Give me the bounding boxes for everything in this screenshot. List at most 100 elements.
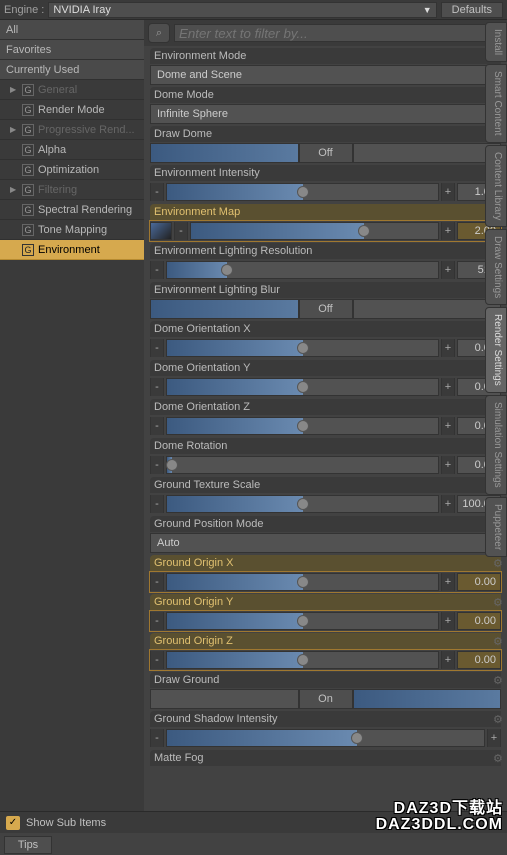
gear-icon[interactable]: ⚙ <box>493 596 505 608</box>
slider-track[interactable] <box>166 378 439 396</box>
slider-thumb[interactable] <box>221 264 233 276</box>
sidebar-item-general[interactable]: ▶GGeneral <box>0 80 144 100</box>
slider-thumb[interactable] <box>358 225 370 237</box>
slider-track[interactable] <box>166 495 439 513</box>
prop-slider[interactable]: - +0.00 <box>150 611 501 631</box>
increment-button[interactable]: + <box>441 378 455 396</box>
slider-thumb[interactable] <box>297 498 309 510</box>
panel-tab-render-settings[interactable]: Render Settings <box>485 307 507 393</box>
sidebar-item-optimization[interactable]: GOptimization <box>0 160 144 180</box>
panel-tab-draw-settings[interactable]: Draw Settings <box>485 229 507 305</box>
increment-button[interactable]: + <box>441 222 455 240</box>
engine-select[interactable]: NVIDIA Iray ▼ <box>48 2 436 18</box>
increment-button[interactable]: + <box>441 456 455 474</box>
slider-track[interactable] <box>166 417 439 435</box>
prop-slider[interactable]: -+0.00 <box>150 377 501 397</box>
slider-thumb[interactable] <box>297 186 309 198</box>
decrement-button[interactable]: - <box>150 495 164 513</box>
decrement-button[interactable]: - <box>150 378 164 396</box>
decrement-button[interactable]: - <box>150 612 164 630</box>
decrement-button[interactable]: - <box>150 651 164 669</box>
slider-value[interactable]: 0.00 <box>457 651 501 669</box>
gear-icon[interactable]: ⚙ <box>493 674 505 686</box>
slider-thumb[interactable] <box>166 459 178 471</box>
search-icon[interactable]: ⌕ <box>148 23 170 43</box>
show-sub-checkbox[interactable]: ✓ <box>6 816 20 830</box>
prop-dropdown[interactable]: Auto▼ <box>150 533 501 553</box>
decrement-button[interactable]: - <box>174 222 188 240</box>
slider-track[interactable] <box>166 339 439 357</box>
sidebar-favorites[interactable]: Favorites <box>0 40 144 60</box>
slider-track[interactable] <box>166 651 439 669</box>
slider-track[interactable] <box>166 573 439 591</box>
sidebar-all[interactable]: All <box>0 20 144 40</box>
sidebar-item-progressive-rend-[interactable]: ▶GProgressive Rend... <box>0 120 144 140</box>
slider-track[interactable] <box>166 729 485 747</box>
prop-dropdown[interactable]: Dome and Scene▼ <box>150 65 501 85</box>
prop-slider[interactable]: -+100.00 <box>150 494 501 514</box>
panel-tab-smart-content[interactable]: Smart Content <box>485 64 507 142</box>
decrement-button[interactable]: - <box>150 729 164 747</box>
gear-icon[interactable]: ⚙ <box>493 635 505 647</box>
slider-thumb[interactable] <box>297 654 309 666</box>
decrement-button[interactable]: - <box>150 456 164 474</box>
sidebar-item-render-mode[interactable]: GRender Mode <box>0 100 144 120</box>
prop-slider[interactable]: -+0.00 <box>150 455 501 475</box>
prop-slider[interactable]: -+ <box>150 728 501 748</box>
slider-thumb[interactable] <box>297 420 309 432</box>
gear-icon[interactable]: ⚙ <box>493 713 505 725</box>
panel-tab-simulation-settings[interactable]: Simulation Settings <box>485 395 507 495</box>
map-thumbnail[interactable] <box>150 222 172 240</box>
decrement-button[interactable]: - <box>150 183 164 201</box>
increment-button[interactable]: + <box>441 417 455 435</box>
sidebar-item-spectral-rendering[interactable]: GSpectral Rendering <box>0 200 144 220</box>
slider-thumb[interactable] <box>297 615 309 627</box>
defaults-button[interactable]: Defaults <box>441 2 503 18</box>
prop-toggle[interactable]: Off <box>150 143 501 163</box>
decrement-button[interactable]: - <box>150 261 164 279</box>
sidebar-item-environment[interactable]: GEnvironment <box>0 240 144 260</box>
increment-button[interactable]: + <box>441 612 455 630</box>
increment-button[interactable]: + <box>441 339 455 357</box>
slider-track[interactable] <box>190 222 439 240</box>
slider-track[interactable] <box>166 612 439 630</box>
prop-slider[interactable]: -+2.00 <box>150 221 501 241</box>
slider-track[interactable] <box>166 183 439 201</box>
sidebar-currently-used[interactable]: Currently Used <box>0 60 144 80</box>
prop-slider[interactable]: -+0.00 <box>150 416 501 436</box>
panel-tab-content-library[interactable]: Content Library <box>485 145 507 227</box>
sidebar-item-filtering[interactable]: ▶GFiltering <box>0 180 144 200</box>
increment-button[interactable]: + <box>487 729 501 747</box>
increment-button[interactable]: + <box>441 573 455 591</box>
tips-tab[interactable]: Tips <box>4 836 52 854</box>
decrement-button[interactable]: - <box>150 339 164 357</box>
gear-icon[interactable]: ⚙ <box>493 752 505 764</box>
slider-thumb[interactable] <box>297 342 309 354</box>
gear-icon[interactable]: ⚙ <box>493 557 505 569</box>
panel-tab-install[interactable]: Install <box>485 22 507 62</box>
slider-track[interactable] <box>166 456 439 474</box>
slider-thumb[interactable] <box>351 732 363 744</box>
sidebar-item-alpha[interactable]: GAlpha <box>0 140 144 160</box>
increment-button[interactable]: + <box>441 651 455 669</box>
increment-button[interactable]: + <box>441 495 455 513</box>
prop-slider[interactable]: -+1.00 <box>150 182 501 202</box>
increment-button[interactable]: + <box>441 183 455 201</box>
prop-dropdown[interactable]: Infinite Sphere▼ <box>150 104 501 124</box>
slider-thumb[interactable] <box>297 576 309 588</box>
increment-button[interactable]: + <box>441 261 455 279</box>
prop-slider[interactable]: -+0.00 <box>150 338 501 358</box>
prop-slider[interactable]: -+512 <box>150 260 501 280</box>
slider-value[interactable]: 0.00 <box>457 612 501 630</box>
prop-toggle[interactable]: On <box>150 689 501 709</box>
slider-value[interactable]: 0.00 <box>457 573 501 591</box>
prop-slider[interactable]: -+0.00 <box>150 572 501 592</box>
decrement-button[interactable]: - <box>150 417 164 435</box>
panel-tab-puppeteer[interactable]: Puppeteer <box>485 497 507 557</box>
filter-input[interactable] <box>174 24 503 42</box>
prop-slider[interactable]: - +0.00 <box>150 650 501 670</box>
sidebar-item-tone-mapping[interactable]: GTone Mapping <box>0 220 144 240</box>
prop-toggle[interactable]: Off <box>150 299 501 319</box>
slider-track[interactable] <box>166 261 439 279</box>
slider-thumb[interactable] <box>297 381 309 393</box>
